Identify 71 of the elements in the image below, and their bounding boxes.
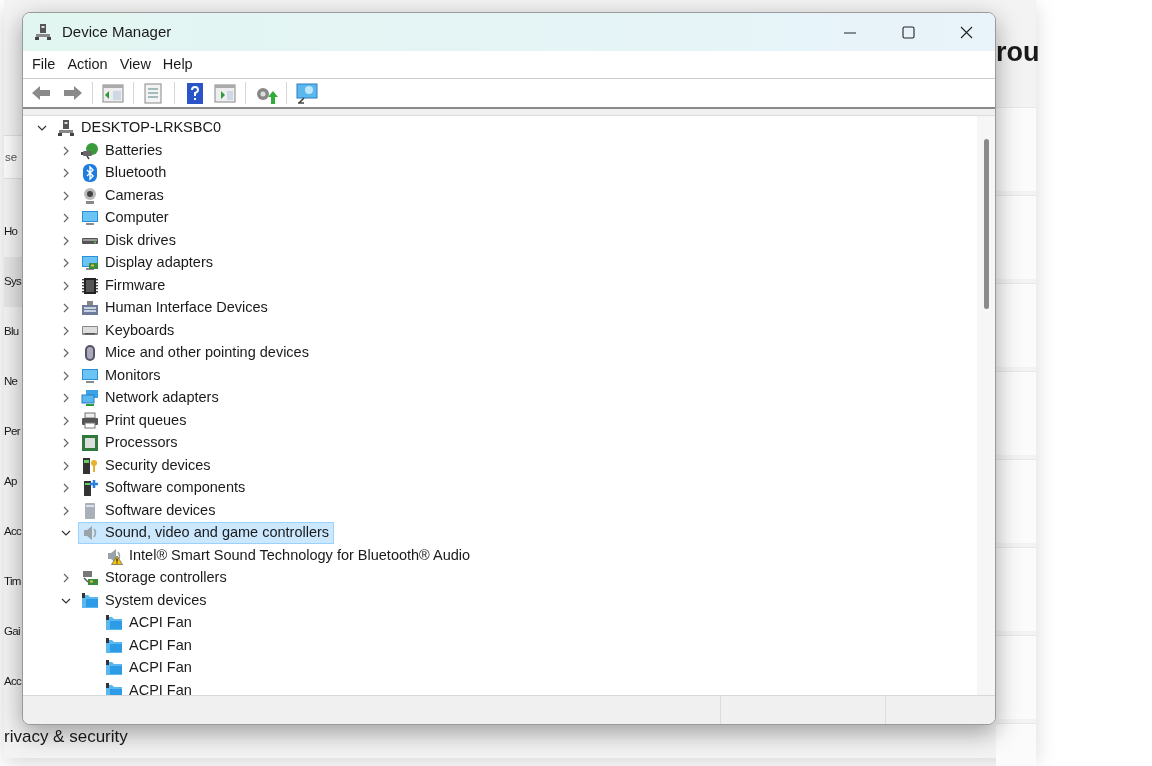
tree-item[interactable]: Monitors [78,364,166,387]
tree-item[interactable]: Computer [78,207,174,230]
panel-icon[interactable] [213,81,237,105]
scrollbar[interactable] [977,116,995,695]
nav-item[interactable]: Acc [4,507,22,557]
scan-monitor-icon[interactable] [295,81,319,105]
nav-item[interactable]: Per [4,407,22,457]
tree-item[interactable]: ACPI Fan [102,657,197,680]
chip-icon [81,276,99,295]
tree-item[interactable]: Print queues [78,409,192,432]
tree-item[interactable]: DESKTOP-LRKSBC0 [54,117,226,140]
nav-item[interactable]: Ho [4,207,22,257]
panel-icon[interactable] [101,81,125,105]
tree-item[interactable]: Software components [78,477,251,500]
tree-item[interactable]: Intel® Smart Sound Technology for Bluetooth® Audio [102,544,476,567]
tree-item[interactable]: ACPI Fan [102,634,197,657]
tree-item[interactable]: Cameras [78,184,169,207]
tree-item[interactable]: Network adapters [78,387,224,410]
nav-item[interactable]: Sys [4,257,22,307]
bluetooth-icon [81,164,99,183]
monitor-icon [81,209,99,228]
system-folder-icon [105,614,123,633]
tree-item[interactable]: Human Interface Devices [78,297,273,320]
nav-item[interactable]: Blu [4,307,22,357]
menu-item[interactable]: View [114,53,158,76]
tree-item[interactable]: Bluetooth [78,162,172,185]
tree-item[interactable]: Keyboards [78,319,180,342]
tree-item[interactable]: Mice and other pointing devices [78,342,314,365]
storage-controller-icon [81,569,99,588]
search-field[interactable]: se [4,135,22,179]
tree-item[interactable]: Firmware [78,274,171,297]
software-component-icon [81,479,99,498]
processor-icon [81,434,99,453]
tree-item[interactable]: Batteries [78,139,168,162]
tree-item[interactable]: Storage controllers [78,567,232,590]
network-icon [81,389,99,408]
nav-item[interactable]: Acc [4,657,22,707]
nav-item[interactable]: rivacy & security [4,728,128,746]
tree-item[interactable]: Processors [78,432,183,455]
menu-item[interactable]: Action [62,53,115,76]
tree-item[interactable]: Security devices [78,454,216,477]
scrollbar-thumb[interactable] [984,139,989,309]
system-folder-icon [105,636,123,655]
computer-icon [57,119,75,138]
input-device-icon [81,299,99,318]
page-heading: rou [996,36,1036,69]
key-icon [81,456,99,475]
display-adapter-icon [81,254,99,273]
nav-item[interactable]: Ne [4,357,22,407]
tree-item[interactable]: ACPI Fan [102,612,197,635]
tree-item[interactable]: Sound, video and game controllers [78,522,335,545]
tree-item[interactable]: Display adapters [78,252,218,275]
nav-item[interactable]: Gai [4,607,22,657]
printer-icon [81,411,99,430]
nav-item[interactable]: Ap [4,457,22,507]
device-manager-icon [34,23,52,41]
system-folder-icon [81,591,99,610]
keyboard-icon [81,326,99,336]
menu-item[interactable]: Help [157,53,200,76]
tree-item[interactable]: Software devices [78,499,221,522]
tree-item[interactable]: System devices [78,589,212,612]
monitor-icon [81,366,99,385]
menu-item[interactable]: File [27,53,63,76]
webcam-icon [81,186,99,205]
system-folder-icon [105,659,123,678]
window-title: Device Manager [62,21,172,42]
nav-item[interactable]: Tim [4,557,22,607]
speaker-icon [81,524,99,543]
tree-item[interactable]: Disk drives [78,229,181,252]
battery-icon [81,141,99,160]
disk-drive-icon [81,237,99,244]
